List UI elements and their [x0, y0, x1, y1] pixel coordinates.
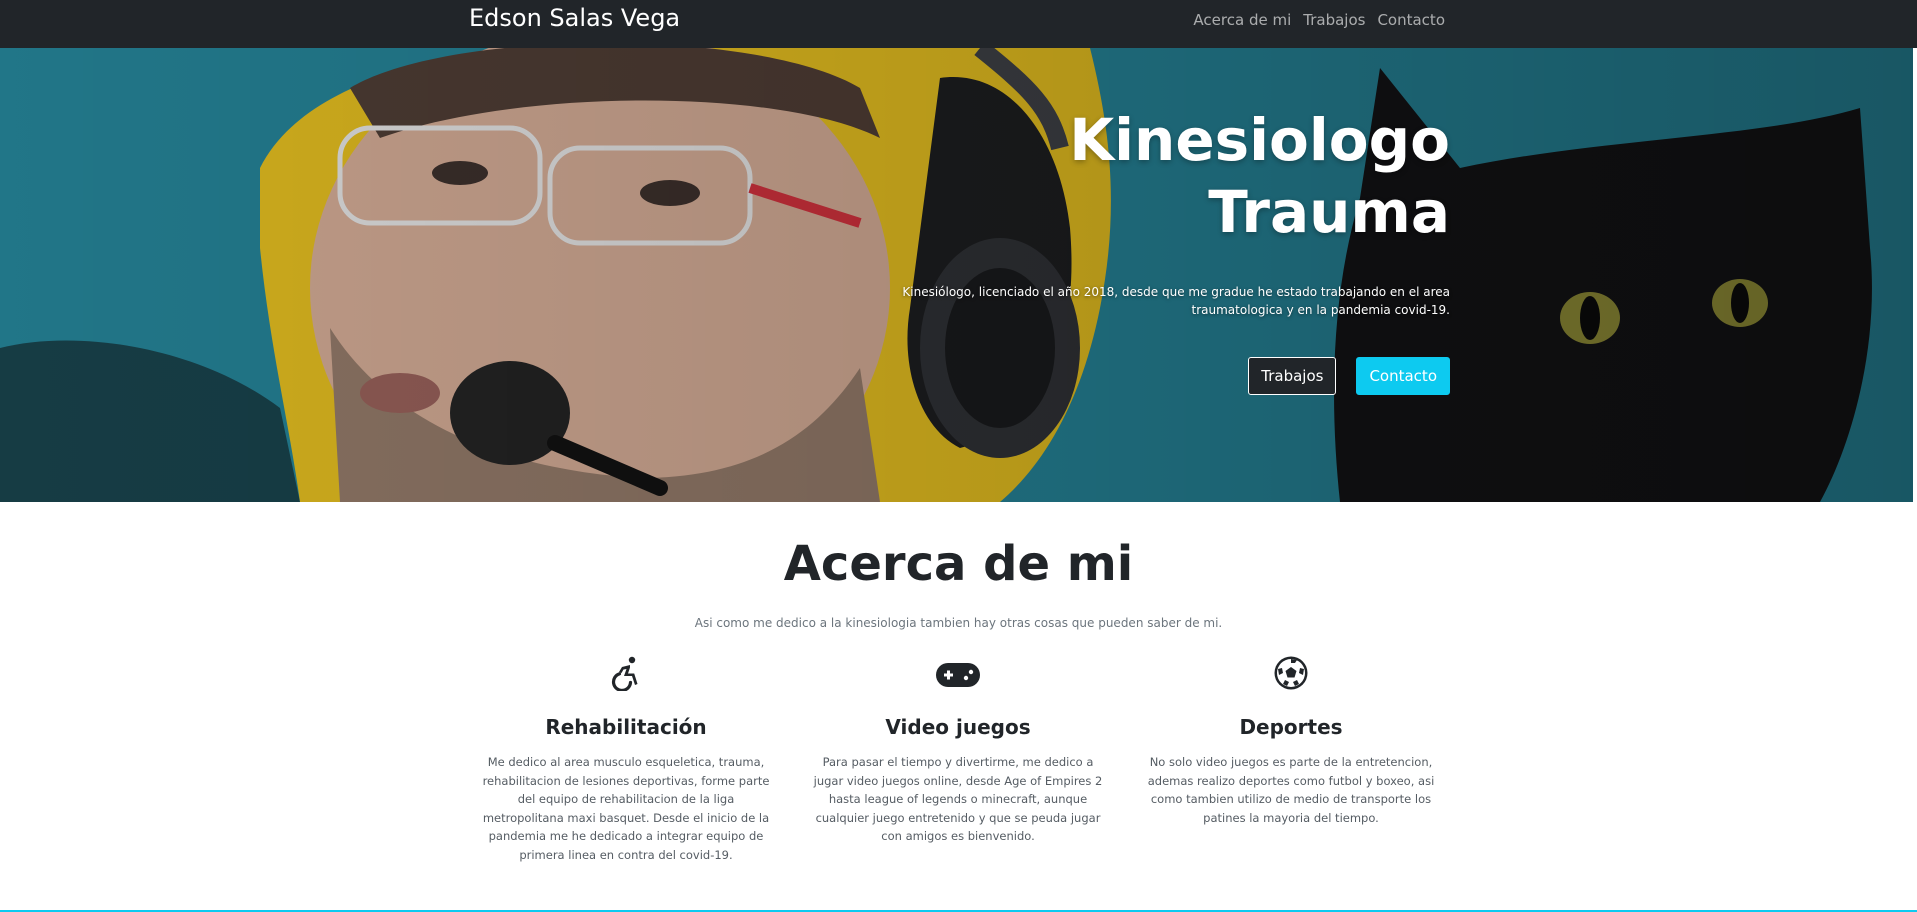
- feature-deportes: Deportes No solo video juegos es parte d…: [1131, 655, 1451, 827]
- hero-description: Kinesiólogo, licenciado el año 2018, des…: [890, 283, 1450, 319]
- feature-title-deportes: Deportes: [1239, 715, 1343, 739]
- nav-link-contacto[interactable]: Contacto: [1377, 11, 1445, 29]
- nav-links: Acerca de mi Trabajos Contacto: [1193, 11, 1445, 29]
- wheelchair-icon: [611, 656, 638, 691]
- hero-buttons: Trabajos Contacto: [1248, 357, 1450, 395]
- nav-link-trabajos[interactable]: Trabajos: [1303, 11, 1365, 29]
- navbar: Edson Salas Vega Acerca de mi Trabajos C…: [0, 0, 1917, 48]
- hero-description-line1: Kinesiólogo, licenciado el año 2018, des…: [902, 285, 1450, 299]
- nav-link-acerca[interactable]: Acerca de mi: [1193, 11, 1291, 29]
- feature-text-deportes: No solo video juegos es parte de la entr…: [1147, 755, 1435, 825]
- about-subtitle: Asi como me dedico a la kinesiologia tam…: [694, 616, 1223, 630]
- hero-description-line2: traumatologica y en la pandemia covid-19…: [1191, 303, 1450, 317]
- hero-section: Kinesiologo Trauma Kinesiólogo, licencia…: [0, 48, 1913, 502]
- hero-title-line1: Kinesiologo: [1069, 106, 1450, 174]
- brand-link[interactable]: Edson Salas Vega: [469, 4, 680, 32]
- about-title: Acerca de mi: [783, 536, 1134, 592]
- gamepad-icon: [936, 663, 980, 687]
- soccer-ball-icon: [1274, 656, 1308, 690]
- hero-title: Kinesiologo Trauma: [850, 104, 1450, 248]
- contacto-button[interactable]: Contacto: [1356, 357, 1450, 395]
- feature-text-rehabilitacion: Me dedico al area musculo esqueletica, t…: [482, 755, 770, 862]
- feature-rehabilitacion: Rehabilitación Me dedico al area musculo…: [466, 655, 786, 864]
- feature-text-video-juegos: Para pasar el tiempo y divertirme, me de…: [813, 755, 1103, 843]
- feature-video-juegos: Video juegos Para pasar el tiempo y dive…: [798, 655, 1118, 846]
- feature-title-rehabilitacion: Rehabilitación: [545, 715, 707, 739]
- trabajos-button[interactable]: Trabajos: [1248, 357, 1337, 395]
- hero-title-line2: Trauma: [1208, 178, 1450, 246]
- feature-title-video-juegos: Video juegos: [885, 715, 1031, 739]
